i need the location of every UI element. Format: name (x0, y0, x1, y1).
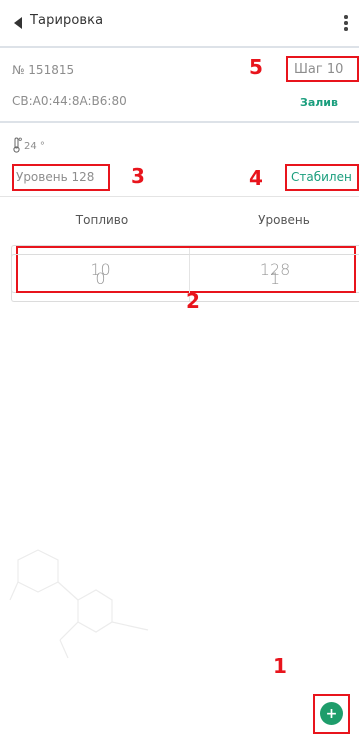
step-value[interactable]: Шаг 10 (294, 62, 343, 77)
background-molecule-decoration (9, 549, 149, 659)
back-arrow-icon[interactable] (12, 16, 24, 30)
divider (0, 121, 359, 123)
thermometer-icon (13, 137, 22, 153)
add-button[interactable]: + (320, 702, 343, 725)
divider (0, 46, 359, 48)
annotation-3: 3 (131, 164, 145, 188)
divider (0, 196, 359, 197)
annotation-5: 5 (249, 55, 263, 79)
current-level: Уровень 128 (16, 170, 95, 184)
column-header-level: Уровень (258, 213, 310, 227)
fuel-cell[interactable]: 0 (12, 255, 189, 301)
stability-status: Стабилен (291, 170, 352, 184)
annotation-1: 1 (273, 654, 287, 678)
mac-address: CB:A0:44:8A:B6:80 (12, 94, 127, 108)
more-menu-icon[interactable] (339, 12, 353, 34)
annotation-2: 2 (186, 289, 200, 313)
device-number: № 151815 (12, 63, 75, 77)
page-title: Тарировка (30, 13, 104, 28)
mode-label[interactable]: Залив (300, 96, 338, 109)
column-header-fuel: Топливо (75, 213, 129, 227)
level-cell[interactable]: 1 (190, 255, 359, 301)
app-bar: Тарировка (0, 0, 359, 46)
table-row[interactable]: 0 1 (11, 254, 359, 302)
annotation-4: 4 (249, 166, 263, 190)
temperature: 24 ° (24, 141, 45, 152)
